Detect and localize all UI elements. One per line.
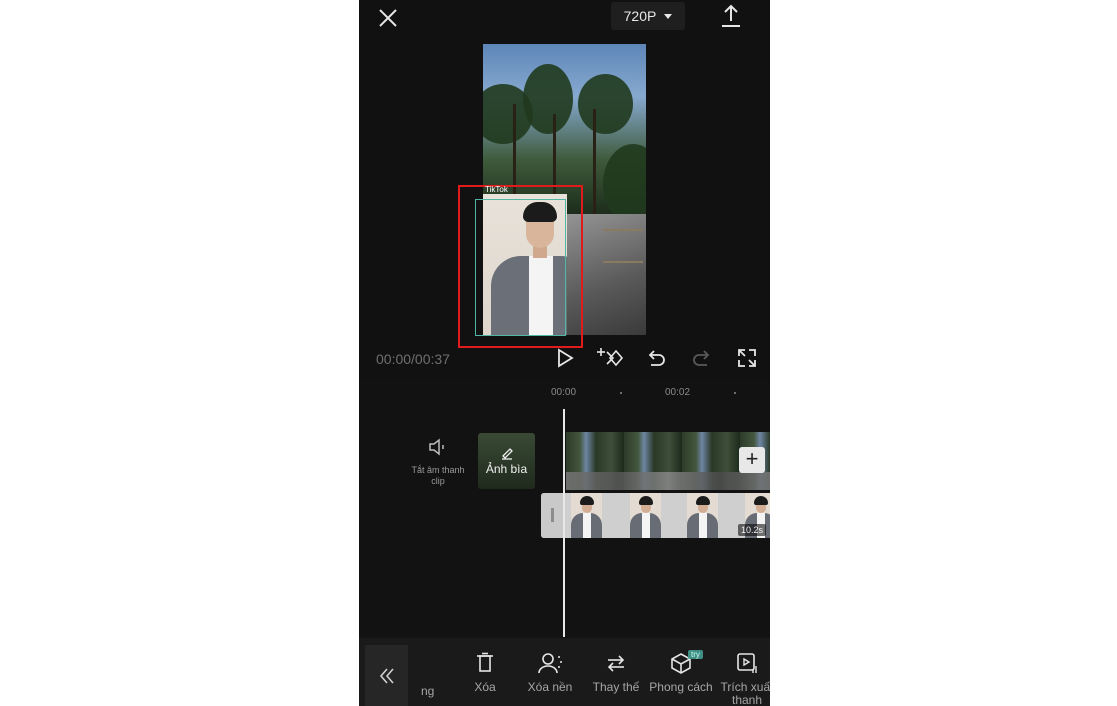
clip-duration-badge: 10.2s bbox=[738, 524, 767, 536]
overlay-clip-thumbnail bbox=[630, 493, 661, 538]
fullscreen-button[interactable] bbox=[735, 346, 759, 370]
resolution-select[interactable]: 720P bbox=[611, 2, 685, 30]
close-button[interactable] bbox=[375, 5, 401, 31]
replace-tool-label: Thay thế bbox=[592, 680, 640, 694]
timecode: 00:00/00:37 bbox=[376, 351, 450, 367]
double-chevron-left-icon bbox=[379, 667, 394, 684]
partial-tool-label: ng bbox=[421, 684, 435, 698]
close-icon bbox=[379, 9, 397, 27]
upload-icon bbox=[722, 4, 740, 27]
keyframe-button[interactable] bbox=[597, 346, 625, 370]
fullscreen-icon bbox=[738, 349, 756, 367]
highlight-box bbox=[458, 185, 583, 348]
replace-icon bbox=[607, 655, 625, 672]
ruler-dot bbox=[734, 392, 736, 394]
export-button[interactable] bbox=[719, 3, 743, 29]
play-button[interactable] bbox=[553, 346, 577, 370]
watermark-text: TikTok bbox=[485, 185, 508, 194]
clip-thumbnail-strip bbox=[566, 472, 770, 490]
redo-icon bbox=[693, 350, 710, 366]
remove-background-icon bbox=[538, 653, 562, 674]
timeline[interactable]: 00:00 00:02 Tắt âm thanh clip Ảnh bìa + bbox=[359, 381, 770, 638]
resolution-value: 720P bbox=[623, 8, 657, 24]
tree-shape bbox=[523, 64, 573, 134]
ruler-time-label: 00:00 bbox=[551, 387, 577, 398]
replace-tool[interactable]: Thay thế bbox=[583, 652, 649, 694]
delete-tool[interactable]: Xóa bbox=[452, 652, 518, 694]
extract-audio-label: Trích xuất bbox=[720, 680, 770, 694]
railing-shape bbox=[603, 229, 643, 263]
speaker-icon bbox=[429, 438, 444, 456]
add-clip-button[interactable]: + bbox=[739, 447, 765, 473]
overlay-clip[interactable]: 10.2s bbox=[541, 493, 770, 538]
undo-icon bbox=[648, 350, 665, 366]
tree-trunk bbox=[593, 109, 596, 214]
ruler-dot bbox=[620, 392, 622, 394]
bottom-toolbar: ng Xóa Xóa nền Thay thế try Phong cách T… bbox=[359, 638, 770, 706]
playhead[interactable] bbox=[563, 409, 565, 637]
extract-audio-label-line2: thanh bbox=[731, 693, 763, 706]
remove-background-tool[interactable]: Xóa nền bbox=[517, 652, 583, 694]
try-badge: try bbox=[688, 650, 703, 659]
style-tool-label: Phong cách bbox=[649, 680, 713, 694]
undo-button[interactable] bbox=[644, 346, 668, 370]
play-icon bbox=[558, 348, 574, 368]
cover-label: Ảnh bìa bbox=[485, 462, 528, 476]
editor-screen: 720P TikTok 00:00/00:37 00:00 00:02 Tắt … bbox=[359, 0, 770, 706]
mute-clip-label: Tắt âm thanh clip bbox=[411, 465, 465, 486]
mute-clip-button[interactable]: Tắt âm thanh clip bbox=[407, 438, 469, 487]
remove-background-label: Xóa nền bbox=[527, 680, 573, 694]
extract-audio-icon bbox=[737, 653, 757, 673]
overlay-clip-thumbnail bbox=[571, 493, 602, 538]
style-tool[interactable]: try Phong cách bbox=[648, 650, 714, 694]
caret-down-icon bbox=[664, 13, 673, 19]
collapse-toolbar-button[interactable] bbox=[365, 645, 408, 706]
plus-icon: + bbox=[745, 446, 759, 471]
keyframe-add-icon bbox=[597, 348, 624, 367]
tree-shape bbox=[603, 144, 646, 224]
trash-icon bbox=[477, 652, 493, 672]
cover-button[interactable]: Ảnh bìa bbox=[478, 433, 535, 489]
redo-button[interactable] bbox=[690, 346, 714, 370]
clip-trim-handle[interactable] bbox=[541, 493, 564, 538]
extract-audio-tool[interactable]: Trích xuất thanh bbox=[714, 652, 770, 706]
ruler-time-label: 00:02 bbox=[665, 387, 691, 398]
delete-tool-label: Xóa bbox=[474, 680, 496, 694]
overlay-clip-thumbnail bbox=[687, 493, 718, 538]
tree-shape bbox=[578, 74, 633, 134]
edit-pencil-icon bbox=[501, 448, 513, 460]
